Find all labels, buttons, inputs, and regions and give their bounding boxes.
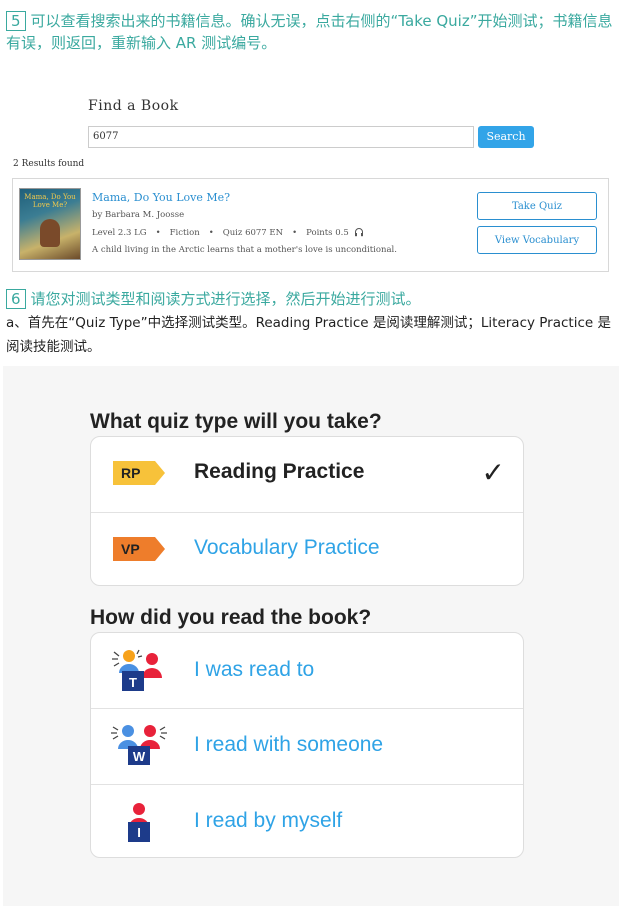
search-button[interactable]: Search [478,126,534,148]
svg-text:I: I [137,825,141,840]
view-vocabulary-button[interactable]: View Vocabulary [477,226,597,254]
cover-figure [40,219,60,247]
book-title-link[interactable]: Mama, Do You Love Me? [92,191,230,204]
quiz-type-option-vocabulary-practice[interactable]: VP Vocabulary Practice [91,513,523,585]
step6-number: 6 [6,289,26,309]
selected-check-icon: ✓ [481,456,505,489]
step6-text: 请您对测试类型和阅读方式进行选择，然后开始进行测试。 [30,290,421,308]
book-description: A child living in the Arctic learns that… [92,245,397,255]
book-search-input[interactable]: 6077 [88,126,474,148]
read-by-myself-icon: I [119,800,159,850]
read-method-heading: How did you read the book? [90,606,372,629]
book-genre: Fiction [169,228,200,238]
read-option-was-read-to[interactable]: T I was read to [91,633,523,708]
read-option-with-someone[interactable]: W I read with someone [91,709,523,784]
vp-tag-icon: VP [113,537,165,561]
step6a-instruction: a、首先在“Quiz Type”中选择测试类型。Reading Practice… [6,315,611,355]
step5-instruction: 5 可以查看搜索出来的书籍信息。确认无误，点击右侧的“Take Quiz”开始测试… [6,10,616,54]
cover-title: Mama, Do You Love Me? [24,193,76,209]
read-with-someone-label: I read with someone [194,733,384,756]
reading-practice-label: Reading Practice [194,460,365,483]
read-by-myself-label: I read by myself [194,809,343,832]
book-quiz-number: Quiz 6077 EN [222,228,284,238]
results-count: 2 Results found [13,159,85,169]
was-read-to-label: I was read to [194,658,315,681]
read-method-card: T I was read to W I read with someone I … [90,632,524,858]
rp-tag-icon: RP [113,461,165,485]
quiz-type-option-reading-practice[interactable]: RP Reading Practice ✓ [91,437,523,512]
meta-separator: • [292,228,298,238]
headphones-icon [354,227,364,240]
read-with-someone-icon: W [111,721,167,773]
step6-instruction: 6 请您对测试类型和阅读方式进行选择，然后开始进行测试。 [6,288,421,310]
meta-separator: • [155,228,161,238]
vocabulary-practice-label: Vocabulary Practice [194,536,380,559]
book-points: Points 0.5 [306,228,349,238]
step5-text: 可以查看搜索出来的书籍信息。确认无误，点击右侧的“Take Quiz”开始测试；… [6,12,613,52]
svg-text:T: T [129,675,137,690]
take-quiz-button[interactable]: Take Quiz [477,192,597,220]
book-cover-image[interactable]: Mama, Do You Love Me? [19,188,81,260]
book-level: Level 2.3 LG [92,228,147,238]
quiz-type-card: RP Reading Practice ✓ VP Vocabulary Prac… [90,436,524,586]
rp-tag-text: RP [121,465,140,481]
find-book-title: Find a Book [88,98,179,114]
meta-separator: • [208,228,214,238]
book-author: by Barbara M. Joosse [92,210,185,220]
quiz-type-heading: What quiz type will you take? [90,410,382,433]
read-option-by-myself[interactable]: I I read by myself [91,785,523,857]
book-meta: Level 2.3 LG • Fiction • Quiz 6077 EN • Points… [92,227,364,240]
step5-number: 5 [6,11,26,31]
read-to-icon: T [111,647,167,699]
svg-text:W: W [133,749,146,764]
vp-tag-text: VP [121,541,140,557]
